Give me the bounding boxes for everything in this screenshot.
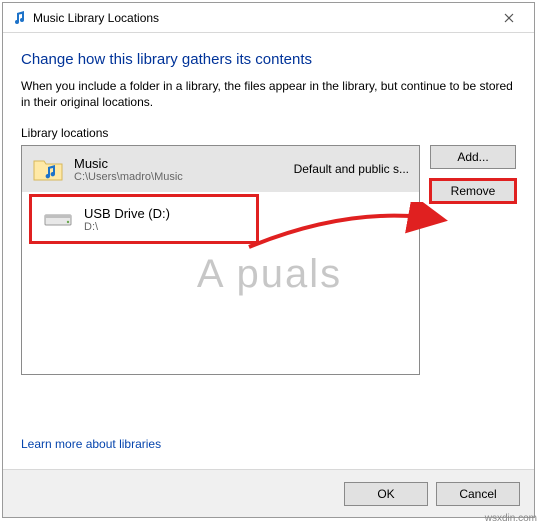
description-text: When you include a folder in a library, …: [21, 78, 516, 110]
dialog-window: Music Library Locations Change how this …: [2, 2, 535, 518]
list-item-title: Music: [74, 156, 288, 171]
list-item[interactable]: Music C:\Users\madro\Music Default and p…: [22, 146, 419, 192]
source-caption: wsxdin.com: [485, 513, 537, 524]
drive-icon: [42, 203, 74, 235]
music-library-icon: [11, 10, 27, 26]
list-item-body: USB Drive (D:) D:\: [84, 206, 240, 233]
list-item-status: Default and public s...: [294, 162, 409, 176]
remove-button[interactable]: Remove: [430, 179, 516, 203]
add-button[interactable]: Add...: [430, 145, 516, 169]
close-button[interactable]: [488, 5, 530, 31]
ok-button[interactable]: OK: [344, 482, 428, 506]
window-title: Music Library Locations: [33, 11, 488, 25]
cancel-button[interactable]: Cancel: [436, 482, 520, 506]
library-locations-list[interactable]: Music C:\Users\madro\Music Default and p…: [21, 145, 420, 375]
locations-row: Music C:\Users\madro\Music Default and p…: [21, 145, 516, 375]
list-item-path: C:\Users\madro\Music: [74, 171, 288, 183]
learn-more-link[interactable]: Learn more about libraries: [21, 437, 161, 451]
main-instruction: Change how this library gathers its cont…: [21, 51, 516, 68]
list-item[interactable]: USB Drive (D:) D:\: [29, 194, 259, 244]
list-item-body: Music C:\Users\madro\Music: [74, 156, 288, 183]
side-button-column: Add... Remove: [430, 145, 516, 375]
dialog-footer: OK Cancel: [3, 469, 534, 517]
titlebar: Music Library Locations: [3, 3, 534, 33]
list-item-path: D:\: [84, 221, 240, 233]
folder-music-icon: [32, 153, 64, 185]
section-label: Library locations: [21, 126, 516, 140]
list-item-title: USB Drive (D:): [84, 206, 240, 221]
dialog-content: Change how this library gathers its cont…: [3, 33, 534, 469]
